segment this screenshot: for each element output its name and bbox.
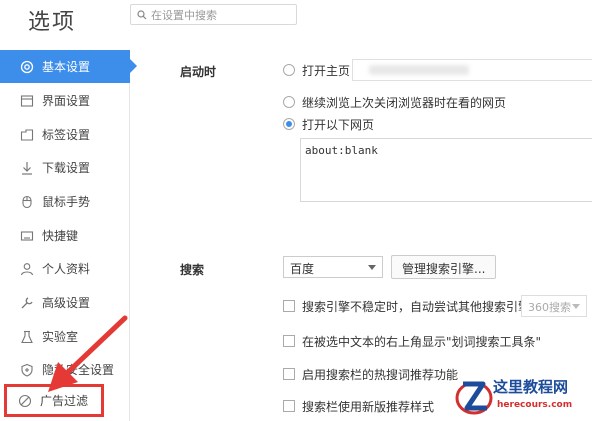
user-icon [20, 262, 34, 276]
sidebar-item-lab[interactable]: 实验室 [0, 320, 130, 353]
checkbox-hot-search[interactable] [283, 368, 295, 380]
sidebar-item-label: 实验室 [42, 330, 79, 344]
option-label: 搜索栏使用新版推荐样式 [302, 400, 435, 414]
startup-section-label: 启动时 [180, 65, 217, 79]
chevron-down-icon [572, 304, 580, 309]
download-icon [20, 161, 34, 175]
tab-icon [20, 128, 34, 142]
sidebar-item-label: 鼠标手势 [42, 195, 91, 209]
sidebar-item-label: 广告过滤 [40, 394, 89, 408]
radio-continue-session[interactable] [283, 96, 295, 108]
manage-search-engines-button[interactable]: 管理搜索引擎... [391, 255, 497, 279]
sidebar-item-label: 高级设置 [42, 296, 91, 310]
sidebar-item-download[interactable]: 下载设置 [0, 151, 130, 184]
radio-open-homepage[interactable] [283, 64, 295, 76]
search-engine-select[interactable]: 百度 [283, 256, 383, 278]
header: 选项 [0, 0, 592, 46]
flask-icon [20, 330, 34, 344]
option-label: 启用搜索栏的热搜词推荐功能 [302, 368, 459, 382]
search-section-label: 搜索 [180, 263, 205, 277]
sidebar-item-label: 个人资料 [42, 262, 91, 276]
sidebar-item-advanced[interactable]: 高级设置 [0, 286, 130, 319]
sidebar-item-privacy[interactable]: 隐私安全设置 [0, 353, 130, 386]
checkbox-auto-fallback[interactable] [283, 300, 295, 312]
shield-icon [20, 363, 34, 377]
checkbox-selection-toolbar[interactable] [283, 335, 295, 347]
sidebar-item-label: 界面设置 [42, 94, 91, 108]
sidebar-item-basic-settings[interactable]: 基本设置 [0, 50, 137, 83]
sidebar-item-label: 基本设置 [42, 60, 91, 74]
sidebar: 基本设置 界面设置 标签设置 下载设置 鼠标手势 快捷键 个人资料 高级设置 实… [0, 50, 137, 421]
window-icon [20, 94, 34, 108]
sidebar-item-label: 快捷键 [42, 229, 79, 243]
fallback-engine-select[interactable]: 360搜索 [521, 295, 587, 317]
option-label: 继续浏览上次关闭浏览器时在看的网页 [302, 96, 507, 110]
sidebar-item-profile[interactable]: 个人资料 [0, 252, 130, 285]
sidebar-item-interface[interactable]: 界面设置 [0, 84, 130, 117]
fallback-engine-value: 360搜索 [528, 301, 571, 314]
sidebar-item-shortcuts[interactable]: 快捷键 [0, 219, 130, 252]
option-label: 在被选中文本的右上角显示"划词搜索工具条" [302, 335, 542, 349]
mouse-icon [20, 195, 34, 209]
sidebar-item-ad-filter[interactable]: 广告过滤 [4, 384, 104, 417]
wrench-icon [20, 296, 34, 310]
option-label: 搜索引擎不稳定时，自动尝试其他搜索引擎: [302, 300, 535, 314]
homepage-url-field[interactable] [352, 59, 592, 81]
block-icon [18, 394, 32, 408]
option-label: 打开主页 [302, 64, 351, 78]
startup-pages-textarea[interactable]: about:blank [300, 138, 592, 202]
gear-icon [20, 60, 34, 74]
sidebar-item-label: 下载设置 [42, 161, 91, 175]
watermark-url: herecours.com [497, 400, 573, 410]
sidebar-item-label: 隐私安全设置 [42, 363, 115, 377]
watermark: 这里教程网 herecours.com [453, 372, 592, 421]
search-engine-value: 百度 [290, 262, 315, 276]
sidebar-item-mouse-gestures[interactable]: 鼠标手势 [0, 185, 130, 218]
option-label: 打开以下网页 [302, 118, 375, 132]
page-title: 选项 [28, 10, 77, 35]
search-input[interactable] [151, 7, 291, 23]
watermark-name: 这里教程网 [493, 378, 569, 396]
blurred-url [369, 65, 469, 75]
search-icon [137, 10, 147, 20]
watermark-logo-icon [455, 381, 493, 415]
sidebar-item-label: 标签设置 [42, 128, 91, 142]
chevron-down-icon [368, 265, 376, 270]
search-box[interactable] [130, 4, 297, 25]
checkbox-new-style[interactable] [283, 400, 295, 412]
keyboard-icon [20, 229, 34, 243]
radio-open-pages[interactable] [283, 118, 295, 130]
sidebar-item-tabs[interactable]: 标签设置 [0, 118, 130, 151]
